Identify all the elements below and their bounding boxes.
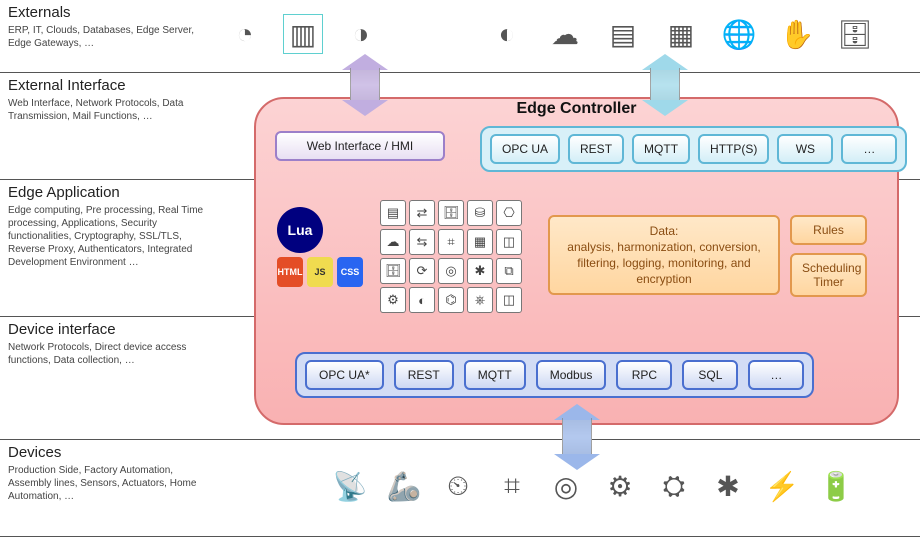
- scheduling-box: Scheduling Timer: [790, 253, 867, 297]
- edge-func-icon-5: ☁: [380, 229, 406, 255]
- upper-protocol-rest: REST: [568, 134, 624, 164]
- upper-protocol-https: HTTP(S): [698, 134, 769, 164]
- cloud-network-icon: ☁: [545, 14, 585, 54]
- database-sql-icon: 🗄: [835, 14, 875, 54]
- edge-func-icon-18: ⎈: [467, 287, 493, 313]
- edge-func-icon-3: ⛁: [467, 200, 493, 226]
- robot-arm-icon: 🦾: [384, 466, 424, 506]
- band-desc-extif: Web Interface, Network Protocols, Data T…: [8, 97, 208, 123]
- lower-protocol-rpc: RPC: [616, 360, 672, 390]
- js-logo-icon: JS: [307, 257, 333, 287]
- lower-protocol-: …: [748, 360, 804, 390]
- analytics-hand-icon: ✋: [777, 14, 817, 54]
- edge-func-icon-13: ✱: [467, 258, 493, 284]
- data-box-body: analysis, harmonization, conversion, fil…: [560, 239, 768, 287]
- edge-func-icon-11: ⟳: [409, 258, 435, 284]
- dashboard-icon: ▥: [283, 14, 323, 54]
- edge-func-icon-7: ⌗: [438, 229, 464, 255]
- band-title-edgeapp: Edge Application: [8, 184, 208, 201]
- devices-icon-strip: 📡 🦾 ⏲ ⌗ ◎ ⚙ ⛭ ✱ ⚡ 🔋: [330, 466, 856, 506]
- antenna-icon: 📡: [330, 466, 370, 506]
- cpu-chip-icon: ⌗: [492, 466, 532, 506]
- band-title-extif: External Interface: [8, 77, 208, 94]
- rules-box: Rules: [790, 215, 867, 245]
- radar-icon: ◎: [546, 466, 586, 506]
- band-desc-devices: Production Side, Factory Automation, Ass…: [8, 464, 208, 503]
- globe-icon: 🌐: [719, 14, 759, 54]
- web-interface-box: Web Interface / HMI: [275, 131, 445, 161]
- lower-protocol-mqtt: MQTT: [464, 360, 526, 390]
- edge-func-icon-19: ◫: [496, 287, 522, 313]
- upper-protocol-group: OPC UA REST MQTT HTTP(S) WS …: [480, 126, 907, 172]
- meter-icon: ⏲: [438, 466, 478, 506]
- band-title-devif: Device interface: [8, 321, 208, 338]
- edge-func-icon-12: ◎: [438, 258, 464, 284]
- gears-icon: ⚙: [600, 466, 640, 506]
- battery-icon: 🔋: [816, 466, 856, 506]
- speedometer-icon: ◐: [487, 14, 527, 54]
- edge-func-icon-4: ⎔: [496, 200, 522, 226]
- gauges-icon: ◑: [341, 14, 381, 54]
- upper-protocol-opcua: OPC UA: [490, 134, 560, 164]
- css3-logo-icon: CSS: [337, 257, 363, 287]
- lower-protocol-modbus: Modbus: [536, 360, 607, 390]
- externals-icon-strip: ◔ ▥ ◑ ◐ ☁ ▤ ▦ 🌐 ✋ 🗄: [225, 14, 875, 54]
- edge-func-icon-2: 🗄: [438, 200, 464, 226]
- band-desc-externals: ERP, IT, Clouds, Databases, Edge Server,…: [8, 24, 208, 50]
- edge-func-icon-1: ⇄: [409, 200, 435, 226]
- edge-func-icon-8: ▦: [467, 229, 493, 255]
- edge-func-icon-9: ◫: [496, 229, 522, 255]
- edge-func-icon-0: ▤: [380, 200, 406, 226]
- blade-server-icon: ▦: [661, 14, 701, 54]
- lower-protocol-group: OPC UA* REST MQTT Modbus RPC SQL …: [295, 352, 814, 398]
- band-title-externals: Externals: [8, 4, 208, 21]
- band-desc-edgeapp: Edge computing, Pre processing, Real Tim…: [8, 204, 208, 269]
- upper-protocol-: …: [841, 134, 897, 164]
- html5-logo-icon: HTML: [277, 257, 303, 287]
- pie-chart-icon: ◔: [225, 14, 265, 54]
- lower-protocol-opcua: OPC UA*: [305, 360, 384, 390]
- band-title-devices: Devices: [8, 444, 208, 461]
- edge-func-icon-17: ⌬: [438, 287, 464, 313]
- edge-func-icon-16: ◐: [409, 287, 435, 313]
- edge-function-icon-grid: ▤⇄🗄⛁⎔☁⇆⌗▦◫🗄⟳◎✱⧉⚙◐⌬⎈◫: [380, 200, 522, 313]
- edge-func-icon-14: ⧉: [496, 258, 522, 284]
- chip-gear-icon: ⛭: [654, 466, 694, 506]
- upper-protocol-mqtt: MQTT: [632, 134, 690, 164]
- data-box-heading: Data:: [560, 223, 768, 239]
- band-desc-devif: Network Protocols, Direct device access …: [8, 341, 208, 367]
- lower-protocol-sql: SQL: [682, 360, 738, 390]
- upper-protocol-ws: WS: [777, 134, 833, 164]
- lua-logo-icon: Lua: [277, 207, 323, 253]
- edge-func-icon-15: ⚙: [380, 287, 406, 313]
- wind-turbine-icon: ✱: [708, 466, 748, 506]
- edge-func-icon-6: ⇆: [409, 229, 435, 255]
- edge-func-icon-10: 🗄: [380, 258, 406, 284]
- lower-protocol-rest: REST: [394, 360, 454, 390]
- server-rack-icon: ▤: [603, 14, 643, 54]
- data-functions-box: Data: analysis, harmonization, conversio…: [548, 215, 780, 295]
- power-tower-icon: ⚡: [762, 466, 802, 506]
